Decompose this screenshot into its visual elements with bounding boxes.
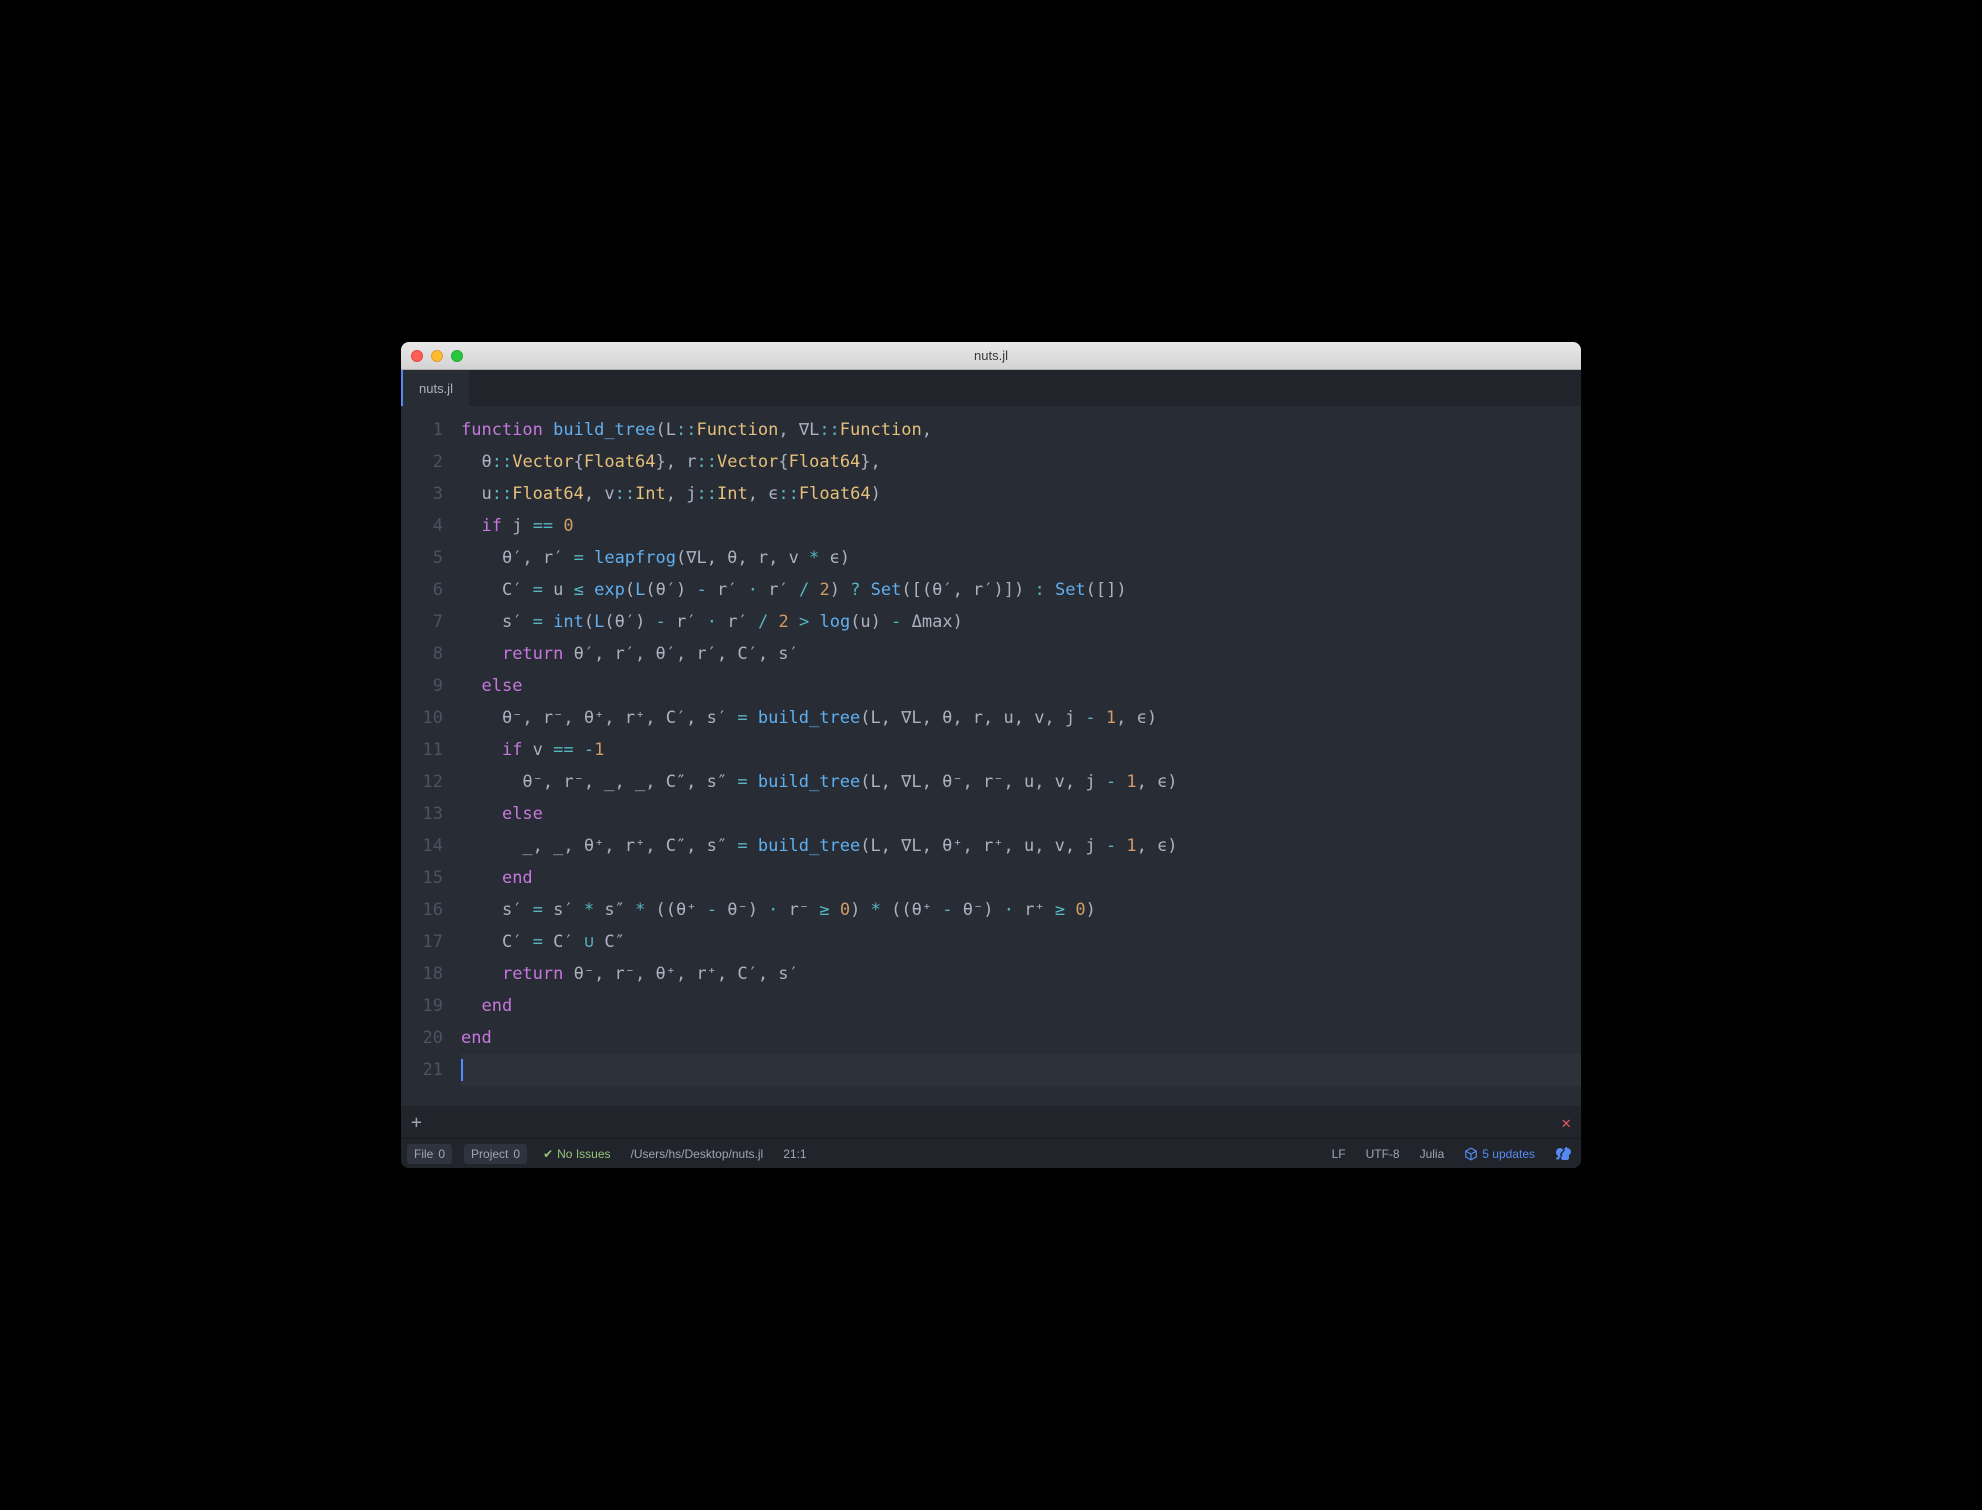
minimize-window-button[interactable] (431, 350, 443, 362)
titlebar[interactable]: nuts.jl (401, 342, 1581, 370)
code-line[interactable]: function build_tree(L::Function, ∇L::Fun… (461, 414, 1581, 446)
line-number[interactable]: 12 (401, 766, 443, 798)
code-line[interactable]: θ⁻, r⁻, θ⁺, r⁺, C′, s′ = build_tree(L, ∇… (461, 702, 1581, 734)
issues-text: No Issues (557, 1147, 610, 1161)
package-updates[interactable]: 5 updates (1460, 1147, 1539, 1161)
code-line[interactable]: end (461, 1022, 1581, 1054)
cursor-position[interactable]: 21:1 (779, 1147, 810, 1161)
updates-text: 5 updates (1482, 1147, 1535, 1161)
code-line[interactable]: s′ = s′ * s″ * ((θ⁺ - θ⁻) ⋅ r⁻ ≥ 0) * ((… (461, 894, 1581, 926)
text-cursor (461, 1059, 463, 1081)
line-number[interactable]: 14 (401, 830, 443, 862)
line-number[interactable]: 5 (401, 542, 443, 574)
encoding[interactable]: UTF-8 (1362, 1147, 1404, 1161)
line-ending[interactable]: LF (1328, 1147, 1350, 1161)
code-line[interactable]: end (461, 862, 1581, 894)
close-pane-button[interactable]: ✕ (1561, 1113, 1571, 1132)
line-number[interactable]: 1 (401, 414, 443, 446)
traffic-lights (411, 350, 463, 362)
code-line[interactable]: θ⁻, r⁻, _, _, C″, s″ = build_tree(L, ∇L,… (461, 766, 1581, 798)
line-number[interactable]: 15 (401, 862, 443, 894)
project-label: Project (471, 1147, 508, 1161)
editor-area: 123456789101112131415161718192021 functi… (401, 406, 1581, 1106)
line-number[interactable]: 10 (401, 702, 443, 734)
code-line[interactable]: return θ⁻, r⁻, θ⁺, r⁺, C′, s′ (461, 958, 1581, 990)
linter-status[interactable]: ✔ No Issues (539, 1147, 614, 1161)
line-number[interactable]: 11 (401, 734, 443, 766)
code-line[interactable]: u::Float64, v::Int, j::Int, ϵ::Float64) (461, 478, 1581, 510)
file-path[interactable]: /Users/hs/Desktop/nuts.jl (627, 1147, 768, 1161)
line-number[interactable]: 4 (401, 510, 443, 542)
file-count: 0 (438, 1147, 445, 1161)
status-bar: File 0 Project 0 ✔ No Issues /Users/hs/D… (401, 1138, 1581, 1168)
code-text-area[interactable]: function build_tree(L::Function, ∇L::Fun… (461, 406, 1581, 1106)
tab-nuts-jl[interactable]: nuts.jl (401, 370, 469, 406)
file-label: File (414, 1147, 433, 1161)
project-diagnostics-button[interactable]: Project 0 (464, 1144, 527, 1164)
line-number[interactable]: 13 (401, 798, 443, 830)
package-icon (1464, 1147, 1478, 1161)
squirrel-glyph-icon (1555, 1146, 1571, 1162)
editor-window: nuts.jl nuts.jl 123456789101112131415161… (401, 342, 1581, 1168)
line-number[interactable]: 2 (401, 446, 443, 478)
code-line[interactable]: return θ′, r′, θ′, r′, C′, s′ (461, 638, 1581, 670)
code-line[interactable]: s′ = int(L(θ′) - r′ ⋅ r′ / 2 > log(u) - … (461, 606, 1581, 638)
language-mode[interactable]: Julia (1416, 1147, 1449, 1161)
line-number[interactable]: 17 (401, 926, 443, 958)
tab-bar[interactable]: nuts.jl (401, 370, 1581, 406)
line-number[interactable]: 8 (401, 638, 443, 670)
line-number[interactable]: 7 (401, 606, 443, 638)
project-count: 0 (513, 1147, 520, 1161)
check-icon: ✔ (543, 1147, 553, 1161)
squirrel-icon[interactable] (1551, 1146, 1575, 1162)
window-title: nuts.jl (974, 348, 1008, 363)
code-line[interactable]: else (461, 670, 1581, 702)
line-number-gutter[interactable]: 123456789101112131415161718192021 (401, 406, 461, 1106)
code-line[interactable] (461, 1054, 1581, 1086)
line-number[interactable]: 20 (401, 1022, 443, 1054)
code-line[interactable]: _, _, θ⁺, r⁺, C″, s″ = build_tree(L, ∇L,… (461, 830, 1581, 862)
add-pane-button[interactable]: + (411, 1112, 422, 1133)
code-line[interactable]: end (461, 990, 1581, 1022)
code-line[interactable]: else (461, 798, 1581, 830)
line-number[interactable]: 9 (401, 670, 443, 702)
code-line[interactable]: θ′, r′ = leapfrog(∇L, θ, r, v * ϵ) (461, 542, 1581, 574)
maximize-window-button[interactable] (451, 350, 463, 362)
line-number[interactable]: 16 (401, 894, 443, 926)
line-number[interactable]: 6 (401, 574, 443, 606)
code-line[interactable]: if j == 0 (461, 510, 1581, 542)
code-line[interactable]: C′ = C′ ∪ C″ (461, 926, 1581, 958)
close-window-button[interactable] (411, 350, 423, 362)
line-number[interactable]: 21 (401, 1054, 443, 1086)
code-line[interactable]: if v == -1 (461, 734, 1581, 766)
line-number[interactable]: 19 (401, 990, 443, 1022)
code-line[interactable]: θ::Vector{Float64}, r::Vector{Float64}, (461, 446, 1581, 478)
tab-label: nuts.jl (419, 381, 453, 396)
line-number[interactable]: 18 (401, 958, 443, 990)
pane-bottom-bar: + ✕ (401, 1106, 1581, 1138)
line-number[interactable]: 3 (401, 478, 443, 510)
code-line[interactable]: C′ = u ≤ exp(L(θ′) - r′ ⋅ r′ / 2) ? Set(… (461, 574, 1581, 606)
file-diagnostics-button[interactable]: File 0 (407, 1144, 452, 1164)
